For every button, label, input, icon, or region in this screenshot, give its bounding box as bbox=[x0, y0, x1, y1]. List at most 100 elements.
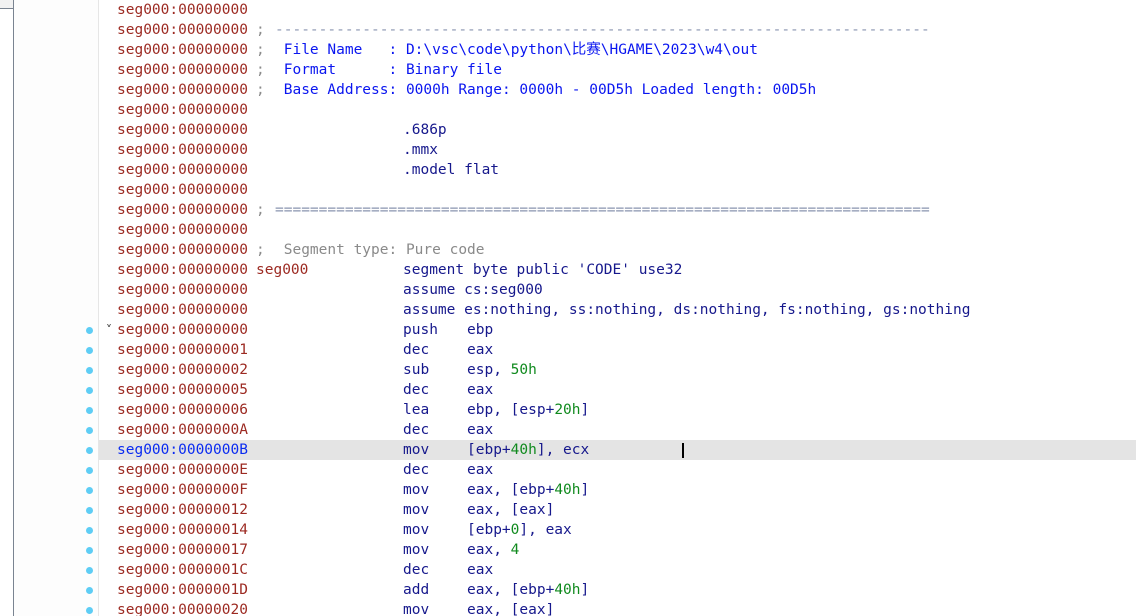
row-address: seg000:00000000 bbox=[117, 62, 248, 78]
listing-row[interactable]: seg000:00000017 mov eax, 4 bbox=[99, 540, 1136, 560]
row-mnemonic: dec bbox=[403, 462, 430, 478]
gutter-marker-dot[interactable] bbox=[86, 327, 93, 334]
listing-row[interactable]: seg000:00000000 bbox=[99, 0, 1136, 20]
left-panel-tab[interactable] bbox=[0, 0, 14, 9]
row-mnemonic: dec bbox=[403, 422, 430, 438]
row-mnemonic: add bbox=[403, 582, 430, 598]
comment-semicolon: ; bbox=[256, 202, 265, 218]
row-address: seg000:00000000 bbox=[117, 22, 248, 38]
gutter-marker-dot[interactable] bbox=[86, 347, 93, 354]
row-address: seg000:00000000 bbox=[117, 2, 248, 18]
gutter-marker-dot[interactable] bbox=[86, 607, 93, 614]
row-mnemonic: mov bbox=[403, 602, 430, 616]
row-mnemonic: dec bbox=[403, 562, 430, 578]
row-address: seg000:00000000 bbox=[117, 142, 248, 158]
row-operands: eax, [eax] bbox=[467, 602, 555, 616]
listing-row[interactable]: seg000:00000000 seg000 segment byte public… bbox=[99, 260, 1136, 280]
row-address: seg000:00000000 bbox=[117, 222, 248, 238]
comment-separator: ----------------------------------------… bbox=[275, 22, 930, 38]
listing-row[interactable]: seg000:00000000; Format : Binary file bbox=[99, 60, 1136, 80]
listing-row[interactable]: seg000:00000005 dec eax bbox=[99, 380, 1136, 400]
listing-row[interactable]: seg000:00000000 assume es:nothing, ss:not… bbox=[99, 300, 1136, 320]
collapse-chevron-icon[interactable]: ˅ bbox=[103, 320, 115, 340]
row-mnemonic: dec bbox=[403, 382, 430, 398]
listing-row-current[interactable]: seg000:0000000B mov [ebp+40h], ecx bbox=[99, 440, 1136, 460]
row-address: seg000:00000006 bbox=[117, 402, 248, 418]
listing-row[interactable]: seg000:00000000; Base Address: 0000h Ran… bbox=[99, 80, 1136, 100]
breakpoint-gutter[interactable] bbox=[14, 0, 98, 616]
gutter-marker-dot[interactable] bbox=[86, 487, 93, 494]
listing-row[interactable]: seg000:00000000 .mmx bbox=[99, 140, 1136, 160]
row-address: seg000:00000014 bbox=[117, 522, 248, 538]
listing-row[interactable]: seg000:00000000 bbox=[99, 220, 1136, 240]
listing-row[interactable]: seg000:00000000 .686p bbox=[99, 120, 1136, 140]
listing-row[interactable]: seg000:00000000; Segment type: Pure code bbox=[99, 240, 1136, 260]
row-address: seg000:00000000 bbox=[117, 302, 248, 318]
listing-row[interactable]: seg000:00000020 mov eax, [eax] bbox=[99, 600, 1136, 616]
listing-row[interactable]: seg000:00000000 bbox=[99, 180, 1136, 200]
gutter-marker-dot[interactable] bbox=[86, 527, 93, 534]
row-mnemonic: mov bbox=[403, 522, 430, 538]
listing-row[interactable]: seg000:00000000 assume cs:seg000 bbox=[99, 280, 1136, 300]
left-panel-edge bbox=[0, 0, 14, 616]
row-address: seg000:0000000F bbox=[117, 482, 248, 498]
listing-row[interactable]: seg000:00000014 mov [ebp+0], eax bbox=[99, 520, 1136, 540]
gutter-marker-dot[interactable] bbox=[86, 507, 93, 514]
row-address: seg000:00000020 bbox=[117, 602, 248, 616]
row-address: seg000:0000001D bbox=[117, 582, 248, 598]
gutter-marker-dot[interactable] bbox=[86, 427, 93, 434]
listing-row[interactable]: seg000:00000000 .model flat bbox=[99, 160, 1136, 180]
row-address: seg000:0000000E bbox=[117, 462, 248, 478]
row-directive: assume cs:seg000 bbox=[403, 282, 543, 298]
listing-row[interactable]: seg000:00000000; ========================… bbox=[99, 200, 1136, 220]
row-operands: esp, 50h bbox=[467, 362, 537, 378]
row-operands: eax bbox=[467, 562, 494, 578]
gutter-marker-dot[interactable] bbox=[86, 367, 93, 374]
row-address: seg000:00000000 bbox=[117, 202, 248, 218]
gutter-marker-dot[interactable] bbox=[86, 567, 93, 574]
comment-semicolon: ; bbox=[256, 42, 265, 58]
row-operands: [ebp+0], eax bbox=[467, 522, 572, 538]
row-address: seg000:0000000A bbox=[117, 422, 248, 438]
row-operands: ebp bbox=[467, 322, 494, 338]
gutter-marker-dot[interactable] bbox=[86, 407, 93, 414]
row-address: seg000:00000000 bbox=[117, 282, 248, 298]
row-directive: assume es:nothing, ss:nothing, ds:nothin… bbox=[403, 302, 971, 318]
row-operands: eax bbox=[467, 342, 494, 358]
gutter-marker-dot[interactable] bbox=[86, 447, 93, 454]
listing-row[interactable]: seg000:00000002 sub esp, 50h bbox=[99, 360, 1136, 380]
comment-semicolon: ; bbox=[256, 242, 265, 258]
row-address: seg000:0000001C bbox=[117, 562, 248, 578]
row-address: seg000:00000000 bbox=[117, 102, 248, 118]
row-operands: ebp, [esp+20h] bbox=[467, 402, 590, 418]
gutter-marker-dot[interactable] bbox=[86, 547, 93, 554]
row-mnemonic: mov bbox=[403, 482, 430, 498]
listing-row[interactable]: seg000:00000012 mov eax, [eax] bbox=[99, 500, 1136, 520]
disassembly-listing[interactable]: seg000:00000000 seg000:00000000; ---------… bbox=[99, 0, 1136, 616]
gutter-marker-dot[interactable] bbox=[86, 587, 93, 594]
comment-text: Format : Binary file bbox=[275, 62, 502, 78]
row-address: seg000:00000017 bbox=[117, 542, 248, 558]
row-operands: [ebp+40h], ecx bbox=[467, 442, 590, 458]
segment-label: seg000 bbox=[256, 262, 309, 278]
listing-row[interactable]: seg000:00000006 lea ebp, [esp+20h] bbox=[99, 400, 1136, 420]
row-address: seg000:0000000B bbox=[117, 442, 248, 458]
row-address: seg000:00000002 bbox=[117, 362, 248, 378]
row-directive: .model flat bbox=[403, 162, 500, 178]
listing-row[interactable]: seg000:00000000; ------------------------… bbox=[99, 20, 1136, 40]
row-address: seg000:00000005 bbox=[117, 382, 248, 398]
listing-row[interactable]: seg000:00000000 bbox=[99, 100, 1136, 120]
gutter-marker-dot[interactable] bbox=[86, 467, 93, 474]
listing-row[interactable]: seg000:0000001D add eax, [ebp+40h] bbox=[99, 580, 1136, 600]
listing-row[interactable]: seg000:00000000; File Name : D:\vsc\code… bbox=[99, 40, 1136, 60]
listing-row[interactable]: ˅ seg000:00000000 push ebp bbox=[99, 320, 1136, 340]
gutter-marker-dot[interactable] bbox=[86, 387, 93, 394]
listing-row[interactable]: seg000:0000000F mov eax, [ebp+40h] bbox=[99, 480, 1136, 500]
comment-semicolon: ; bbox=[256, 82, 265, 98]
row-operands: eax bbox=[467, 382, 494, 398]
listing-row[interactable]: seg000:00000001 dec eax bbox=[99, 340, 1136, 360]
listing-row[interactable]: seg000:0000000E dec eax bbox=[99, 460, 1136, 480]
listing-row[interactable]: seg000:0000001C dec eax bbox=[99, 560, 1136, 580]
listing-row[interactable]: seg000:0000000A dec eax bbox=[99, 420, 1136, 440]
row-operands: eax, [ebp+40h] bbox=[467, 482, 590, 498]
